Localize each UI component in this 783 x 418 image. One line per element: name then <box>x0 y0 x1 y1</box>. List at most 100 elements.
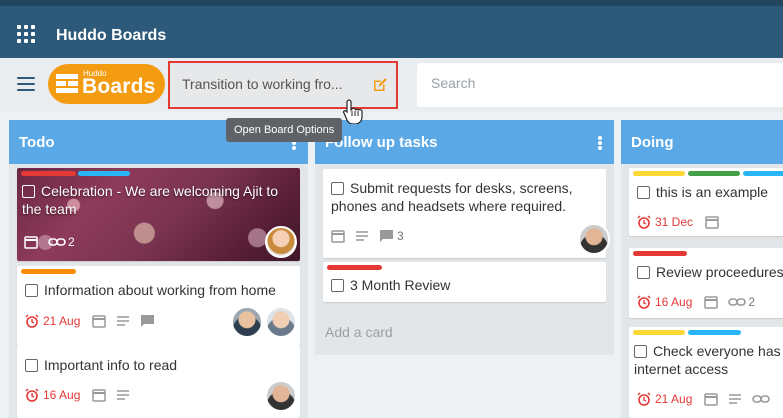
card-title: Celebration - We are welcoming Ajit to t… <box>22 183 279 217</box>
avatar[interactable] <box>265 226 297 258</box>
due-date-text: 21 Aug <box>655 392 693 406</box>
label-orange <box>21 269 76 274</box>
due-date: 21 Aug <box>637 392 692 406</box>
board-toolbar: Huddo Boards Transition to working fro..… <box>0 58 783 112</box>
card-title-wrap: this is an example <box>637 183 783 201</box>
card-checkbox[interactable] <box>637 186 650 199</box>
avatar[interactable] <box>265 380 297 412</box>
checklist-icon <box>116 389 130 401</box>
label-green <box>688 171 740 176</box>
card-3-month-review[interactable]: 3 Month Review <box>323 262 606 302</box>
card-submit-requests[interactable]: Submit requests for desks, screens, phon… <box>323 169 610 258</box>
label-blue <box>688 330 741 335</box>
calendar-icon <box>704 392 719 406</box>
logo-big-text: Boards <box>82 75 156 98</box>
card-checkbox[interactable] <box>331 182 344 195</box>
card-meta: 16 Aug 2 <box>637 293 765 311</box>
boards-logo[interactable]: Huddo Boards <box>48 64 165 104</box>
card-checkbox[interactable] <box>25 284 38 297</box>
list-header: Doing <box>621 120 783 164</box>
alarm-icon <box>25 388 39 402</box>
label-red <box>327 265 382 270</box>
calendar-icon <box>24 235 38 249</box>
search-input[interactable] <box>431 75 751 91</box>
menu-icon[interactable] <box>17 77 35 91</box>
card-meta: 16 Aug <box>25 386 140 404</box>
card-checkbox[interactable] <box>634 345 647 358</box>
alarm-icon <box>637 215 651 229</box>
calendar-icon <box>92 314 107 328</box>
avatar[interactable] <box>265 306 297 338</box>
card-title-wrap: Important info to read <box>25 356 285 374</box>
list-todo: Todo Celebration - We are welcoming Ajit… <box>9 120 308 418</box>
card-celebration[interactable]: Celebration - We are welcoming Ajit to t… <box>17 168 300 261</box>
link-count: 2 <box>68 235 75 249</box>
card-checkbox[interactable] <box>331 279 344 292</box>
due-date: 16 Aug <box>637 295 692 309</box>
add-card-button[interactable]: Add a card <box>325 324 393 340</box>
list-header: Follow up tasks <box>315 120 614 164</box>
label-blue <box>78 171 130 176</box>
link-icon: 2 <box>48 235 75 249</box>
card-checkbox[interactable] <box>637 266 650 279</box>
label-red <box>21 171 76 176</box>
card-important-info[interactable]: Important info to read 16 Aug <box>17 346 300 418</box>
board-title-button[interactable]: Transition to working fro... <box>168 61 398 109</box>
avatar[interactable] <box>231 306 263 338</box>
card-review-proceedures[interactable]: Review proceedures 16 Aug 2 <box>629 248 783 318</box>
card-title: Check everyone has internet access <box>634 343 781 377</box>
card-title-wrap: Check everyone has internet access <box>634 342 783 378</box>
label-yellow <box>633 171 685 176</box>
link-icon <box>752 393 771 405</box>
due-date-text: 21 Aug <box>43 314 81 328</box>
more-vert-icon[interactable] <box>598 136 602 150</box>
edit-icon[interactable] <box>371 76 389 94</box>
list-title: Todo <box>19 134 55 151</box>
avatar[interactable] <box>578 223 610 255</box>
alarm-icon <box>637 295 651 309</box>
list-follow-up-tasks: Follow up tasks Submit requests for desk… <box>315 120 614 355</box>
due-date: 16 Aug <box>25 388 80 402</box>
card-meta: 21 Aug <box>637 390 780 408</box>
card-meta: 31 Dec <box>637 213 729 231</box>
checklist-icon <box>728 393 742 405</box>
card-title: Review proceedures <box>656 264 783 280</box>
due-date: 31 Dec <box>637 215 693 229</box>
list-title: Doing <box>631 134 674 151</box>
board-title: Transition to working fro... <box>182 76 343 92</box>
card-meta: 3 <box>331 227 414 245</box>
checklist-icon <box>355 230 369 242</box>
calendar-icon <box>705 215 719 229</box>
search-box[interactable] <box>417 63 783 107</box>
card-this-is-an-example[interactable]: this is an example 31 Dec <box>629 168 783 236</box>
comment-icon: 3 <box>379 229 404 243</box>
board-options-tooltip: Open Board Options <box>226 118 343 142</box>
apps-icon[interactable] <box>17 25 35 43</box>
card-title-wrap: Submit requests for desks, screens, phon… <box>331 179 596 215</box>
card-title-wrap: 3 Month Review <box>331 276 591 294</box>
label-yellow <box>633 330 685 335</box>
card-title-wrap: Review proceedures <box>637 263 783 281</box>
card-title: Submit requests for desks, screens, phon… <box>331 180 573 214</box>
card-checkbox[interactable] <box>22 185 35 198</box>
comment-icon <box>140 314 155 328</box>
card-title-wrap: Information about working from home <box>25 281 285 299</box>
card-title: this is an example <box>656 184 769 200</box>
link-count: 2 <box>748 295 756 309</box>
due-date-text: 16 Aug <box>43 388 81 402</box>
card-checkbox[interactable] <box>25 359 38 372</box>
calendar-icon <box>92 388 107 402</box>
app-title: Huddo Boards <box>56 27 167 44</box>
card-check-internet[interactable]: Check everyone has internet access 21 Au… <box>629 327 783 418</box>
due-date-text: 16 Aug <box>655 295 693 309</box>
boards-logo-icon <box>56 74 78 94</box>
hand-cursor-icon <box>343 99 363 124</box>
card-title: Important info to read <box>44 357 178 373</box>
label-red <box>633 251 687 256</box>
comment-count: 3 <box>397 229 404 243</box>
card-meta: 21 Aug <box>25 312 165 330</box>
due-date-text: 31 Dec <box>655 215 694 229</box>
calendar-icon <box>331 229 345 243</box>
calendar-icon <box>704 295 719 309</box>
card-info-wfh[interactable]: Information about working from home 21 A… <box>17 266 300 346</box>
